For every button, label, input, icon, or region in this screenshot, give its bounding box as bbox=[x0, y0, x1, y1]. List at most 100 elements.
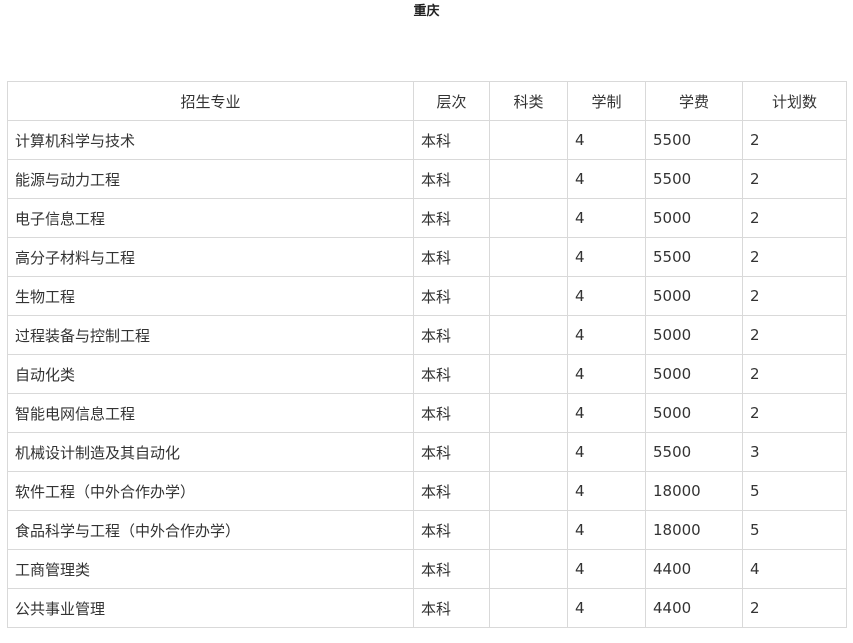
table-row: 工商管理类 本科 4 4400 4 bbox=[7, 549, 847, 589]
cell-major: 工商管理类 bbox=[7, 549, 414, 589]
cell-level: 本科 bbox=[413, 510, 490, 550]
cell-duration: 4 bbox=[567, 354, 646, 394]
cell-plan-count: 2 bbox=[742, 588, 847, 628]
cell-tuition: 5500 bbox=[645, 159, 743, 199]
cell-tuition: 5000 bbox=[645, 276, 743, 316]
table-row: 智能电网信息工程 本科 4 5000 2 bbox=[7, 393, 847, 433]
table-row: 高分子材料与工程 本科 4 5500 2 bbox=[7, 237, 847, 277]
cell-duration: 4 bbox=[567, 549, 646, 589]
cell-duration: 4 bbox=[567, 393, 646, 433]
cell-tuition: 5500 bbox=[645, 120, 743, 160]
cell-plan-count: 2 bbox=[742, 237, 847, 277]
table-row: 生物工程 本科 4 5000 2 bbox=[7, 276, 847, 316]
cell-duration: 4 bbox=[567, 120, 646, 160]
cell-tuition: 5000 bbox=[645, 393, 743, 433]
table-row: 能源与动力工程 本科 4 5500 2 bbox=[7, 159, 847, 199]
cell-category bbox=[489, 276, 568, 316]
table-header-row: 招生专业 层次 科类 学制 学费 计划数 bbox=[7, 81, 847, 121]
cell-duration: 4 bbox=[567, 276, 646, 316]
cell-major: 智能电网信息工程 bbox=[7, 393, 414, 433]
cell-category bbox=[489, 549, 568, 589]
cell-tuition: 18000 bbox=[645, 510, 743, 550]
cell-major: 生物工程 bbox=[7, 276, 414, 316]
table-row: 电子信息工程 本科 4 5000 2 bbox=[7, 198, 847, 238]
cell-major: 过程装备与控制工程 bbox=[7, 315, 414, 355]
cell-level: 本科 bbox=[413, 276, 490, 316]
cell-major: 电子信息工程 bbox=[7, 198, 414, 238]
header-duration: 学制 bbox=[567, 81, 646, 121]
cell-major: 自动化类 bbox=[7, 354, 414, 394]
cell-tuition: 5000 bbox=[645, 354, 743, 394]
page-title: 重庆 bbox=[413, 4, 440, 19]
cell-major: 机械设计制造及其自动化 bbox=[7, 432, 414, 472]
cell-duration: 4 bbox=[567, 588, 646, 628]
cell-category bbox=[489, 315, 568, 355]
table-row: 计算机科学与技术 本科 4 5500 2 bbox=[7, 120, 847, 160]
cell-category bbox=[489, 471, 568, 511]
cell-plan-count: 2 bbox=[742, 276, 847, 316]
table-row: 自动化类 本科 4 5000 2 bbox=[7, 354, 847, 394]
cell-category bbox=[489, 237, 568, 277]
table-row: 机械设计制造及其自动化 本科 4 5500 3 bbox=[7, 432, 847, 472]
cell-category bbox=[489, 393, 568, 433]
cell-level: 本科 bbox=[413, 588, 490, 628]
cell-tuition: 5500 bbox=[645, 237, 743, 277]
cell-plan-count: 2 bbox=[742, 315, 847, 355]
cell-duration: 4 bbox=[567, 198, 646, 238]
cell-major: 计算机科学与技术 bbox=[7, 120, 414, 160]
cell-major: 软件工程（中外合作办学） bbox=[7, 471, 414, 511]
cell-tuition: 18000 bbox=[645, 471, 743, 511]
table-row: 过程装备与控制工程 本科 4 5000 2 bbox=[7, 315, 847, 355]
cell-level: 本科 bbox=[413, 354, 490, 394]
header-major: 招生专业 bbox=[7, 81, 414, 121]
table-row: 食品科学与工程（中外合作办学） 本科 4 18000 5 bbox=[7, 510, 847, 550]
cell-tuition: 5500 bbox=[645, 432, 743, 472]
cell-duration: 4 bbox=[567, 315, 646, 355]
cell-plan-count: 2 bbox=[742, 198, 847, 238]
cell-plan-count: 5 bbox=[742, 471, 847, 511]
cell-major: 公共事业管理 bbox=[7, 588, 414, 628]
table-row: 软件工程（中外合作办学） 本科 4 18000 5 bbox=[7, 471, 847, 511]
cell-level: 本科 bbox=[413, 393, 490, 433]
cell-tuition: 4400 bbox=[645, 549, 743, 589]
cell-level: 本科 bbox=[413, 198, 490, 238]
cell-plan-count: 2 bbox=[742, 120, 847, 160]
cell-plan-count: 2 bbox=[742, 393, 847, 433]
header-plan-count: 计划数 bbox=[742, 81, 847, 121]
cell-plan-count: 4 bbox=[742, 549, 847, 589]
cell-plan-count: 5 bbox=[742, 510, 847, 550]
header-level: 层次 bbox=[413, 81, 490, 121]
cell-category bbox=[489, 588, 568, 628]
cell-category bbox=[489, 159, 568, 199]
cell-tuition: 5000 bbox=[645, 198, 743, 238]
cell-level: 本科 bbox=[413, 159, 490, 199]
enrollment-plan-table: 招生专业 层次 科类 学制 学费 计划数 计算机科学与技术 本科 4 5500 2 能源与… bbox=[7, 81, 847, 628]
cell-level: 本科 bbox=[413, 315, 490, 355]
cell-duration: 4 bbox=[567, 471, 646, 511]
cell-plan-count: 2 bbox=[742, 159, 847, 199]
cell-category bbox=[489, 120, 568, 160]
cell-level: 本科 bbox=[413, 549, 490, 589]
cell-level: 本科 bbox=[413, 237, 490, 277]
cell-major: 能源与动力工程 bbox=[7, 159, 414, 199]
table-row: 公共事业管理 本科 4 4400 2 bbox=[7, 588, 847, 628]
cell-plan-count: 3 bbox=[742, 432, 847, 472]
header-tuition: 学费 bbox=[645, 81, 743, 121]
cell-major: 高分子材料与工程 bbox=[7, 237, 414, 277]
cell-category bbox=[489, 432, 568, 472]
cell-duration: 4 bbox=[567, 432, 646, 472]
cell-level: 本科 bbox=[413, 432, 490, 472]
cell-major: 食品科学与工程（中外合作办学） bbox=[7, 510, 414, 550]
cell-tuition: 5000 bbox=[645, 315, 743, 355]
cell-category bbox=[489, 510, 568, 550]
cell-duration: 4 bbox=[567, 510, 646, 550]
cell-duration: 4 bbox=[567, 237, 646, 277]
cell-category bbox=[489, 198, 568, 238]
cell-tuition: 4400 bbox=[645, 588, 743, 628]
cell-plan-count: 2 bbox=[742, 354, 847, 394]
cell-level: 本科 bbox=[413, 120, 490, 160]
cell-category bbox=[489, 354, 568, 394]
cell-duration: 4 bbox=[567, 159, 646, 199]
header-category: 科类 bbox=[489, 81, 568, 121]
cell-level: 本科 bbox=[413, 471, 490, 511]
